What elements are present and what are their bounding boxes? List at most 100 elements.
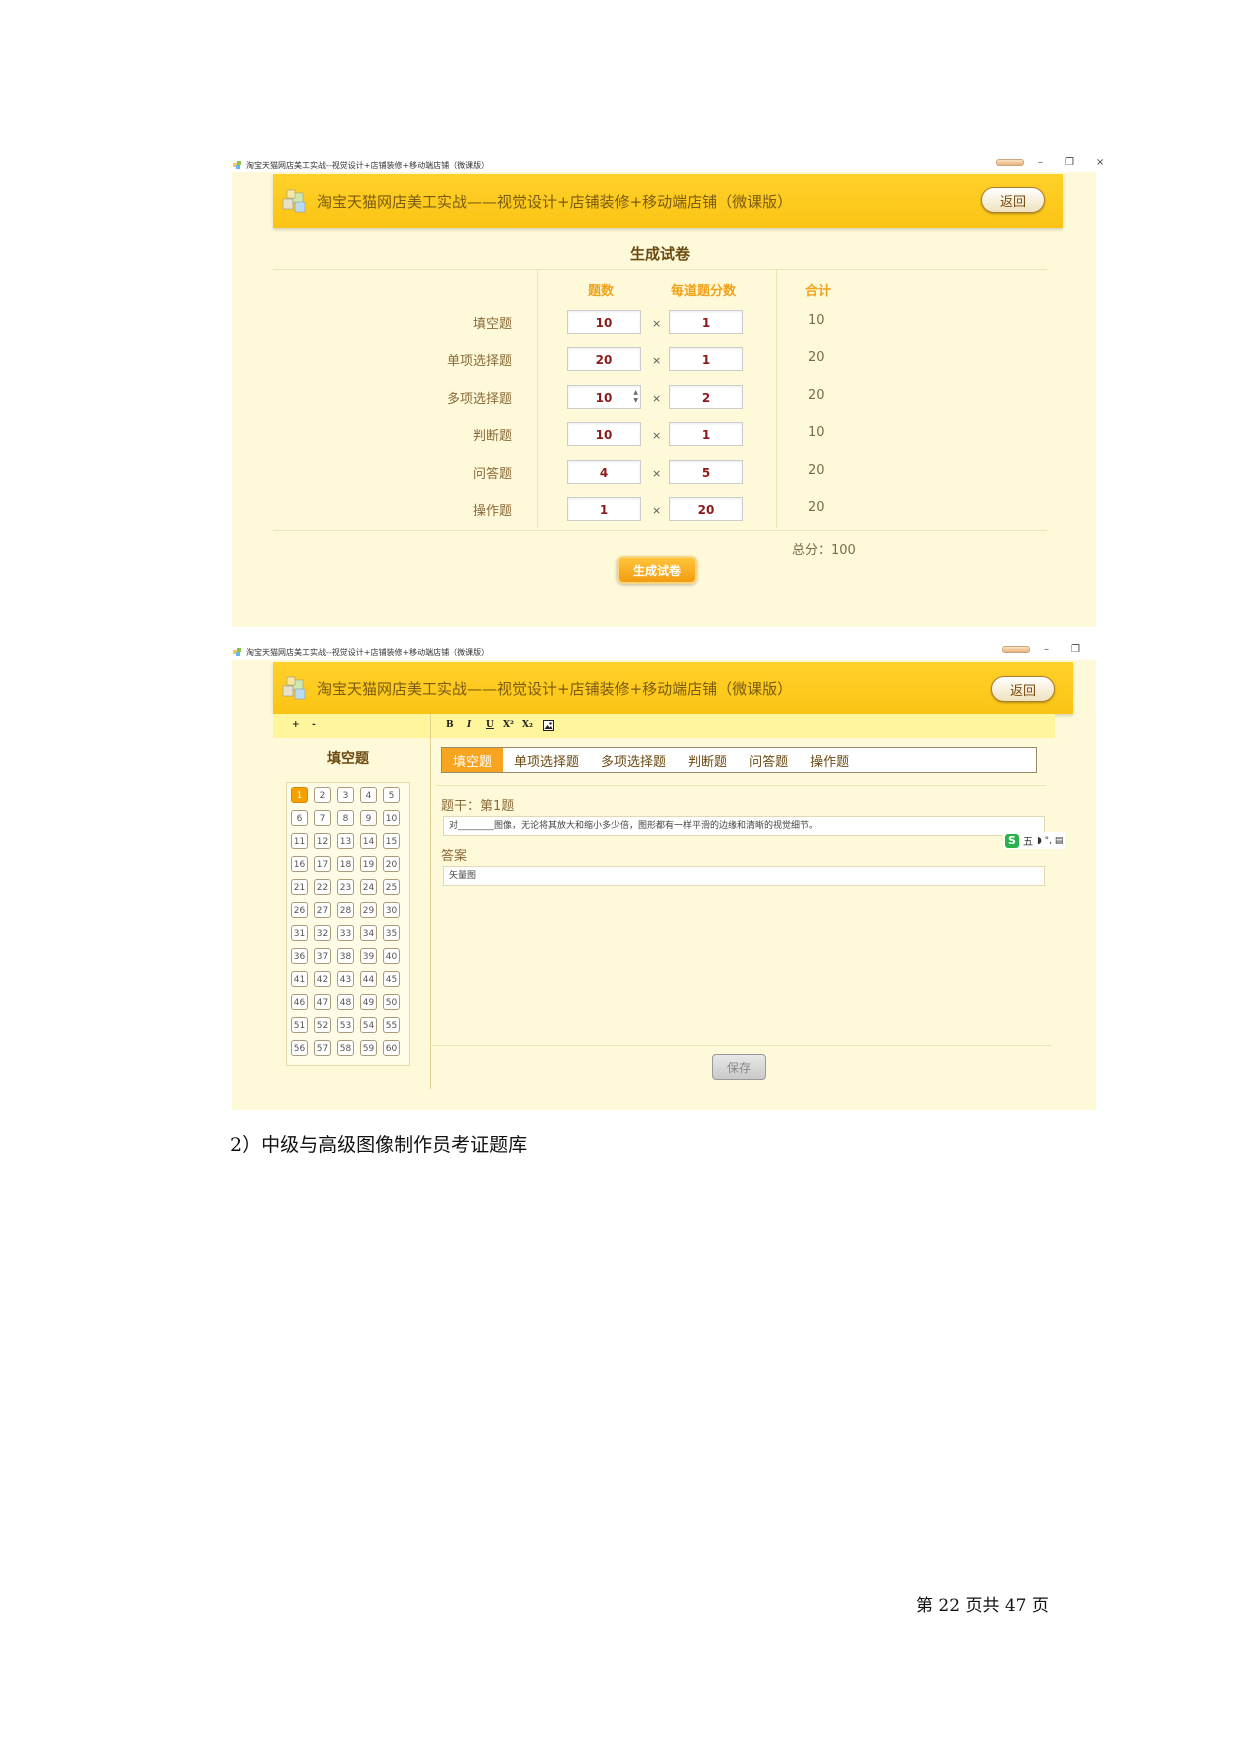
- tab-single-choice[interactable]: 单项选择题: [503, 748, 590, 772]
- answer-input[interactable]: 矢量图: [443, 866, 1045, 886]
- question-number-button[interactable]: 36: [291, 948, 308, 964]
- question-number-button[interactable]: 2: [314, 787, 331, 803]
- generate-exam-button[interactable]: 生成试卷: [617, 556, 697, 584]
- question-number-button[interactable]: 14: [360, 833, 377, 849]
- question-number-button[interactable]: 57: [314, 1040, 331, 1056]
- score-input[interactable]: 2: [669, 385, 743, 409]
- question-number-button[interactable]: 44: [360, 971, 377, 987]
- back-button[interactable]: 返回: [981, 187, 1045, 213]
- tab-multiple-choice[interactable]: 多项选择题: [590, 748, 677, 772]
- question-number-button[interactable]: 23: [337, 879, 354, 895]
- maximize-button[interactable]: ❐: [1065, 157, 1074, 168]
- question-number-button[interactable]: 41: [291, 971, 308, 987]
- question-number-button[interactable]: 25: [383, 879, 400, 895]
- question-number-button[interactable]: 56: [291, 1040, 308, 1056]
- question-number-button[interactable]: 59: [360, 1040, 377, 1056]
- question-number-button[interactable]: 46: [291, 994, 308, 1010]
- question-number-button[interactable]: 35: [383, 925, 400, 941]
- superscript-button[interactable]: X²: [503, 720, 514, 730]
- count-input[interactable]: 4: [567, 460, 641, 484]
- question-number-button[interactable]: 11: [291, 833, 308, 849]
- skin-icon[interactable]: [1002, 646, 1030, 653]
- zoom-in-button[interactable]: +: [292, 720, 300, 730]
- question-number-button[interactable]: 18: [337, 856, 354, 872]
- question-number-button[interactable]: 42: [314, 971, 331, 987]
- question-number-button[interactable]: 53: [337, 1017, 354, 1033]
- close-button[interactable]: ×: [1096, 157, 1104, 168]
- question-number-button[interactable]: 43: [337, 971, 354, 987]
- score-input[interactable]: 20: [669, 497, 743, 521]
- question-number-button[interactable]: 21: [291, 879, 308, 895]
- count-input[interactable]: 10: [567, 422, 641, 446]
- maximize-button[interactable]: ❐: [1071, 644, 1080, 655]
- count-input[interactable]: 10 ▲ ▼: [567, 385, 641, 409]
- question-number-button[interactable]: 49: [360, 994, 377, 1010]
- question-number-button[interactable]: 32: [314, 925, 331, 941]
- question-number-button[interactable]: 45: [383, 971, 400, 987]
- count-input[interactable]: 10: [567, 310, 641, 334]
- question-number-button[interactable]: 37: [314, 948, 331, 964]
- question-number-button[interactable]: 16: [291, 856, 308, 872]
- question-number-button[interactable]: 47: [314, 994, 331, 1010]
- underline-button[interactable]: U: [486, 720, 494, 730]
- question-number-button[interactable]: 50: [383, 994, 400, 1010]
- question-number-button[interactable]: 38: [337, 948, 354, 964]
- subscript-button[interactable]: X₂: [522, 720, 533, 730]
- tab-true-false[interactable]: 判断题: [677, 748, 738, 772]
- question-number-button[interactable]: 58: [337, 1040, 354, 1056]
- question-number-button[interactable]: 20: [383, 856, 400, 872]
- question-number-button[interactable]: 52: [314, 1017, 331, 1033]
- italic-button[interactable]: I: [467, 720, 471, 730]
- question-number-button[interactable]: 24: [360, 879, 377, 895]
- score-input[interactable]: 1: [669, 310, 743, 334]
- question-number-button[interactable]: 5: [383, 787, 400, 803]
- question-number-button[interactable]: 40: [383, 948, 400, 964]
- question-number-button[interactable]: 31: [291, 925, 308, 941]
- minimize-button[interactable]: –: [1044, 644, 1049, 655]
- question-number-button[interactable]: 15: [383, 833, 400, 849]
- question-number-button[interactable]: 29: [360, 902, 377, 918]
- skin-icon[interactable]: [996, 159, 1024, 166]
- question-number-button[interactable]: 13: [337, 833, 354, 849]
- question-number-button[interactable]: 19: [360, 856, 377, 872]
- ime-toolbar[interactable]: S 五 ◗ °, ▤: [1003, 832, 1066, 849]
- question-number-button[interactable]: 55: [383, 1017, 400, 1033]
- question-number-button[interactable]: 26: [291, 902, 308, 918]
- question-number-button[interactable]: 30: [383, 902, 400, 918]
- score-input[interactable]: 5: [669, 460, 743, 484]
- spinner-arrows-icon[interactable]: ▲ ▼: [633, 389, 638, 405]
- tab-operation[interactable]: 操作题: [799, 748, 860, 772]
- save-button[interactable]: 保存: [712, 1054, 766, 1080]
- question-number-button[interactable]: 39: [360, 948, 377, 964]
- question-number-button[interactable]: 22: [314, 879, 331, 895]
- question-number-button[interactable]: 33: [337, 925, 354, 941]
- score-input[interactable]: 1: [669, 422, 743, 446]
- back-button[interactable]: 返回: [991, 676, 1055, 702]
- question-number-button[interactable]: 54: [360, 1017, 377, 1033]
- question-number-button[interactable]: 12: [314, 833, 331, 849]
- question-number-button[interactable]: 7: [314, 810, 331, 826]
- question-number-button[interactable]: 34: [360, 925, 377, 941]
- question-number-button[interactable]: 1: [291, 787, 308, 803]
- zoom-out-button[interactable]: -: [312, 720, 316, 730]
- bold-button[interactable]: B: [446, 720, 454, 730]
- stem-input[interactable]: 对________图像，无论将其放大和缩小多少倍，图形都有一样平滑的边缘和清晰的…: [443, 816, 1045, 836]
- question-number-button[interactable]: 3: [337, 787, 354, 803]
- score-input[interactable]: 1: [669, 347, 743, 371]
- question-number-button[interactable]: 6: [291, 810, 308, 826]
- question-number-button[interactable]: 51: [291, 1017, 308, 1033]
- question-number-button[interactable]: 8: [337, 810, 354, 826]
- insert-image-icon[interactable]: [543, 720, 554, 731]
- question-number-button[interactable]: 4: [360, 787, 377, 803]
- count-input[interactable]: 20: [567, 347, 641, 371]
- question-number-button[interactable]: 10: [383, 810, 400, 826]
- question-number-button[interactable]: 9: [360, 810, 377, 826]
- tab-fill-blank[interactable]: 填空题: [442, 748, 504, 772]
- tab-short-answer[interactable]: 问答题: [738, 748, 799, 772]
- minimize-button[interactable]: –: [1038, 157, 1043, 168]
- question-number-button[interactable]: 28: [337, 902, 354, 918]
- question-number-button[interactable]: 27: [314, 902, 331, 918]
- question-number-button[interactable]: 60: [383, 1040, 400, 1056]
- question-number-button[interactable]: 17: [314, 856, 331, 872]
- count-input[interactable]: 1: [567, 497, 641, 521]
